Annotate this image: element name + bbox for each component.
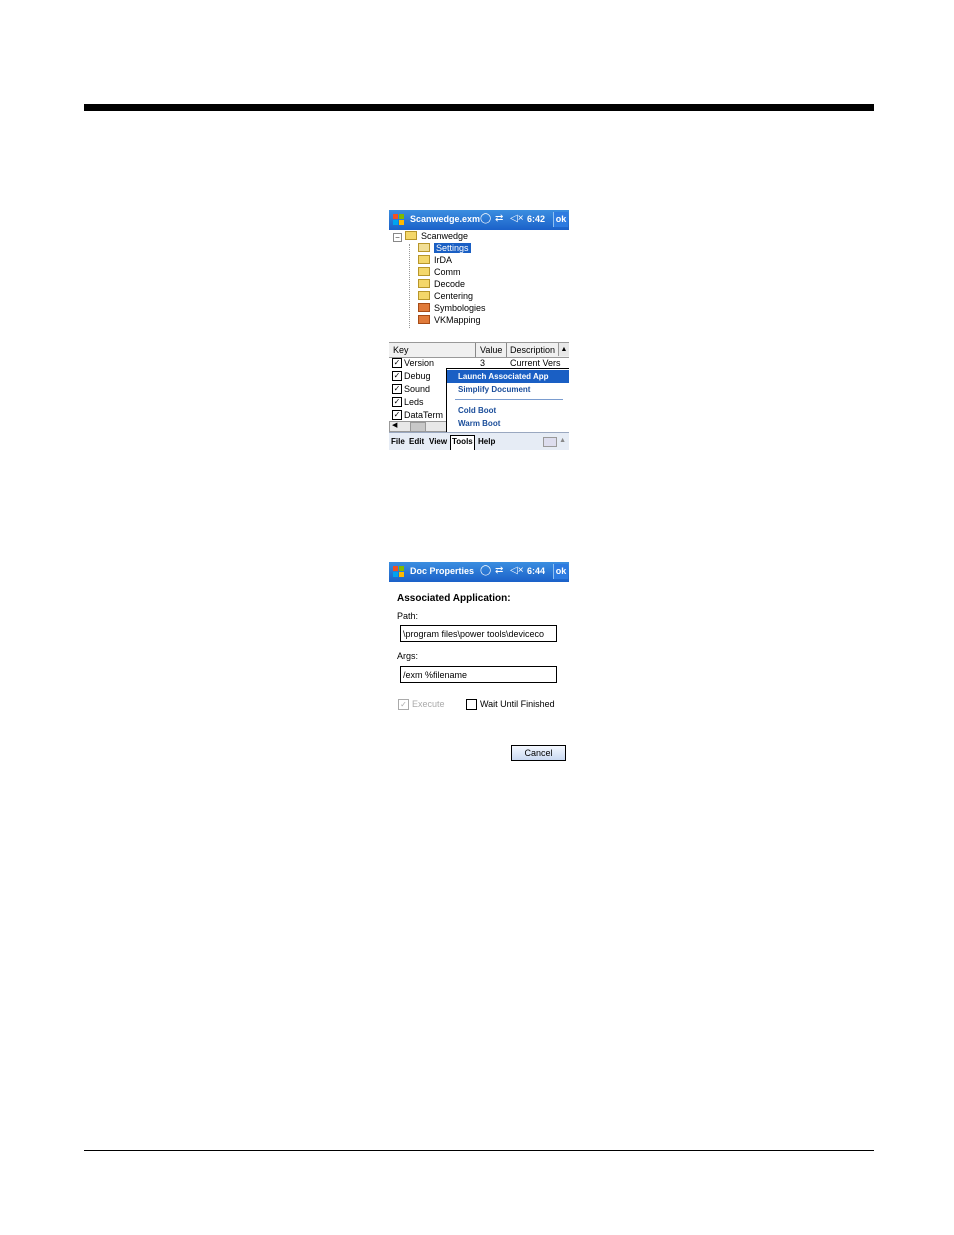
- menu-bar: File Edit View Tools Help ▲: [389, 432, 569, 450]
- column-header-value[interactable]: Value: [480, 344, 502, 356]
- menu-item-launch-associated-app[interactable]: Launch Associated App: [447, 370, 569, 383]
- horizontal-scrollbar[interactable]: ◀: [389, 421, 449, 432]
- notification-icon[interactable]: ◯: [480, 565, 491, 577]
- cancel-button[interactable]: Cancel: [511, 745, 566, 761]
- execute-label: Execute: [412, 699, 445, 709]
- scroll-thumb[interactable]: [410, 422, 426, 432]
- bottom-rule: [84, 1150, 874, 1151]
- collapsed-folder-icon: [418, 303, 430, 313]
- checkbox[interactable]: ✓: [392, 384, 402, 394]
- tree-item-centering[interactable]: Centering: [418, 290, 473, 302]
- args-label: Args:: [397, 651, 419, 661]
- tree-item-symbologies[interactable]: Symbologies: [418, 302, 486, 314]
- scroll-left-icon[interactable]: ◀: [392, 421, 397, 429]
- menu-view[interactable]: View: [429, 437, 447, 446]
- connectivity-icon[interactable]: ⇄: [495, 565, 503, 577]
- clock[interactable]: 6:44: [527, 566, 545, 576]
- doc-properties-screen: Doc Properties ◯ ⇄ ◁× 6:44 ok Associated…: [389, 562, 569, 766]
- folder-icon: [418, 291, 430, 301]
- window-title: Scanwedge.exm: [410, 214, 481, 224]
- tree-item-settings[interactable]: Settings: [418, 242, 471, 254]
- tree-item-irda[interactable]: IrDA: [418, 254, 452, 266]
- title-bar: Scanwedge.exm ◯ ⇄ ◁× 6:42 ok: [389, 210, 569, 230]
- menu-item-cold-boot[interactable]: Cold Boot: [447, 404, 569, 417]
- connectivity-icon[interactable]: ⇄: [495, 213, 503, 225]
- tree-item-comm[interactable]: Comm: [418, 266, 461, 278]
- path-field[interactable]: \program files\power tools\deviceco: [400, 625, 557, 642]
- wait-until-finished-label: Wait Until Finished: [480, 699, 555, 709]
- menu-file[interactable]: File: [391, 437, 405, 446]
- folder-icon: [418, 267, 430, 277]
- collapse-icon[interactable]: −: [393, 233, 402, 242]
- ok-button[interactable]: ok: [553, 212, 568, 227]
- input-caret-icon[interactable]: ▲: [559, 437, 566, 444]
- open-folder-icon: [418, 243, 430, 253]
- folder-tree: − Scanwedge Settings IrDA Comm Decode Ce…: [389, 230, 569, 342]
- menu-item-simplify-document[interactable]: Simplify Document: [447, 383, 569, 396]
- menu-help[interactable]: Help: [478, 437, 495, 446]
- tree-item-root[interactable]: Scanwedge: [405, 230, 468, 242]
- windows-start-icon[interactable]: [391, 212, 407, 228]
- notification-icon[interactable]: ◯: [480, 213, 491, 225]
- title-bar: Doc Properties ◯ ⇄ ◁× 6:44 ok: [389, 562, 569, 582]
- path-label: Path:: [397, 611, 419, 621]
- collapsed-folder-icon: [418, 315, 430, 325]
- keyboard-icon[interactable]: [543, 437, 557, 447]
- menu-item-warm-boot[interactable]: Warm Boot: [447, 417, 569, 430]
- ok-button[interactable]: ok: [553, 564, 568, 579]
- column-divider[interactable]: [506, 343, 507, 357]
- menu-separator: [455, 399, 563, 400]
- tree-item-decode[interactable]: Decode: [418, 278, 465, 290]
- top-rule: [84, 104, 874, 111]
- scanwedge-screen: Scanwedge.exm ◯ ⇄ ◁× 6:42 ok − Scanwedge…: [389, 210, 569, 450]
- volume-muted-icon[interactable]: ◁×: [510, 213, 524, 225]
- dialog-heading: Associated Application:: [397, 593, 511, 604]
- execute-checkbox[interactable]: ✓: [398, 699, 409, 710]
- volume-muted-icon[interactable]: ◁×: [510, 565, 524, 577]
- checkbox[interactable]: ✓: [392, 371, 402, 381]
- wait-until-finished-checkbox[interactable]: [466, 699, 477, 710]
- list-header: Key Value Description: [389, 342, 569, 358]
- folder-icon: [418, 279, 430, 289]
- scroll-up-icon[interactable]: ▲: [558, 343, 569, 356]
- menu-edit[interactable]: Edit: [409, 437, 424, 446]
- column-divider[interactable]: [475, 343, 476, 357]
- checkbox[interactable]: ✓: [392, 397, 402, 407]
- tools-menu: Launch Associated App Simplify Document …: [446, 368, 569, 434]
- column-header-description[interactable]: Description: [510, 344, 555, 356]
- checkbox[interactable]: ✓: [392, 358, 402, 368]
- tree-line: [409, 244, 410, 328]
- tree-item-vkmapping[interactable]: VKMapping: [418, 314, 481, 326]
- windows-start-icon[interactable]: [391, 564, 407, 580]
- clock[interactable]: 6:42: [527, 214, 545, 224]
- window-title: Doc Properties: [410, 566, 475, 576]
- args-field[interactable]: /exm %filename: [400, 666, 557, 683]
- column-header-key[interactable]: Key: [393, 344, 409, 356]
- checkbox[interactable]: ✓: [392, 410, 402, 420]
- menu-tools[interactable]: Tools: [450, 435, 475, 450]
- folder-icon: [418, 255, 430, 265]
- folder-icon: [405, 231, 417, 241]
